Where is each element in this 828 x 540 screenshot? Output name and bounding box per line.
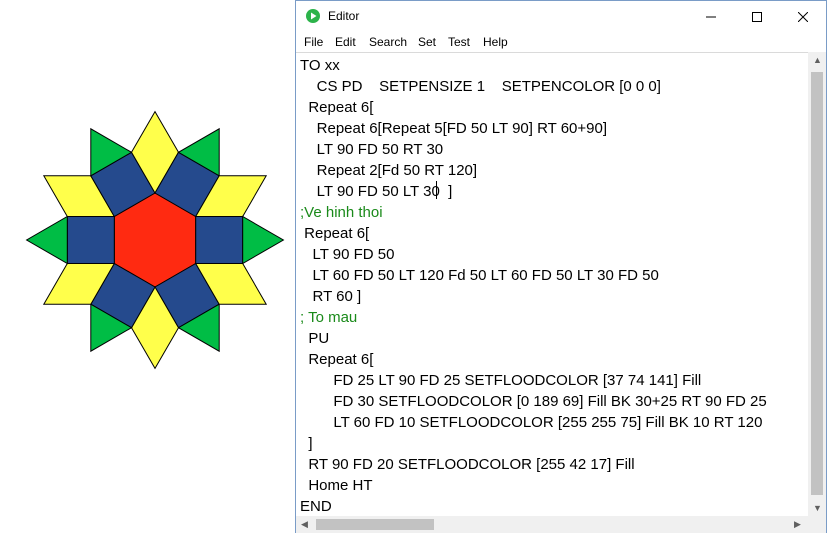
comment-line: ; To mau (300, 309, 358, 326)
menu-search[interactable]: Search (369, 35, 407, 49)
maximize-icon (752, 11, 762, 22)
menu-edit[interactable]: Edit (335, 35, 356, 49)
code-line: Repeat 6[Repeat 5[FD 50 LT 90] RT 60+90] (300, 120, 608, 137)
code-line: Repeat 2[Fd 50 RT 120] (300, 162, 478, 179)
minimize-icon (706, 16, 716, 17)
code-line: Repeat 6[ (300, 351, 374, 368)
maximize-button[interactable] (734, 1, 780, 32)
menu-file[interactable]: File (304, 35, 323, 49)
title-bar[interactable]: Editor (296, 1, 826, 32)
code-line: RT 60 ] (300, 288, 362, 305)
scroll-up-arrow-icon[interactable]: ▲ (813, 55, 822, 65)
code-line: Repeat 6[ (300, 225, 370, 242)
code-editor-textarea[interactable]: TO xx CS PD SETPENSIZE 1 SETPENCOLOR [0 … (296, 52, 808, 517)
code-line: Home HT (300, 477, 373, 494)
code-line: END (300, 498, 332, 515)
scroll-down-arrow-icon[interactable]: ▼ (813, 503, 822, 513)
editor-window: Editor File Edit Search Set Test Help TO… (295, 0, 827, 533)
code-line: ] (300, 435, 313, 452)
vertical-scroll-thumb[interactable] (811, 72, 823, 495)
code-line: LT 60 FD 50 LT 120 Fd 50 LT 60 FD 50 LT … (300, 267, 659, 284)
code-line: PU (300, 330, 330, 347)
horizontal-scrollbar[interactable]: ◀ ▶ (296, 516, 808, 533)
code-line: LT 90 FD 50 RT 30 (300, 141, 444, 158)
close-icon (798, 11, 808, 22)
triangle-shape (242, 215, 285, 265)
vertical-scrollbar[interactable]: ▲ ▼ (808, 52, 826, 517)
code-line: LT 90 FD 50 (300, 246, 395, 263)
scrollbar-corner (808, 516, 826, 533)
code-line: LT 60 FD 10 SETFLOODCOLOR [255 255 75] F… (300, 414, 763, 431)
code-line: CS PD SETPENSIZE 1 SETPENCOLOR [0 0 0] (300, 78, 661, 95)
minimize-button[interactable] (688, 1, 734, 32)
menu-help[interactable]: Help (483, 35, 508, 49)
menu-test[interactable]: Test (448, 35, 470, 49)
text-caret (436, 181, 437, 199)
menu-set[interactable]: Set (418, 35, 436, 49)
code-line: FD 30 SETFLOODCOLOR [0 189 69] Fill BK 3… (300, 393, 767, 410)
window-title: Editor (328, 9, 360, 23)
triangle-shape (25, 215, 68, 265)
square-shape (195, 216, 244, 264)
turtle-canvas (0, 0, 296, 535)
horizontal-scroll-thumb[interactable] (316, 519, 434, 530)
code-line: TO xx (300, 57, 340, 74)
square-shape (66, 216, 115, 264)
app-play-icon (306, 9, 320, 23)
code-line: LT 90 FD 50 LT 30 ] (300, 183, 453, 200)
star-pattern-figure (25, 110, 285, 370)
scroll-left-arrow-icon[interactable]: ◀ (301, 519, 308, 530)
close-button[interactable] (780, 1, 826, 32)
scroll-right-arrow-icon[interactable]: ▶ (794, 519, 801, 530)
code-line: FD 25 LT 90 FD 25 SETFLOODCOLOR [37 74 1… (300, 372, 702, 389)
comment-line: ;Ve hinh thoi (300, 204, 383, 221)
code-line: Repeat 6[ (300, 99, 374, 116)
menu-bar: File Edit Search Set Test Help (296, 32, 826, 52)
code-line: RT 90 FD 20 SETFLOODCOLOR [255 42 17] Fi… (300, 456, 635, 473)
